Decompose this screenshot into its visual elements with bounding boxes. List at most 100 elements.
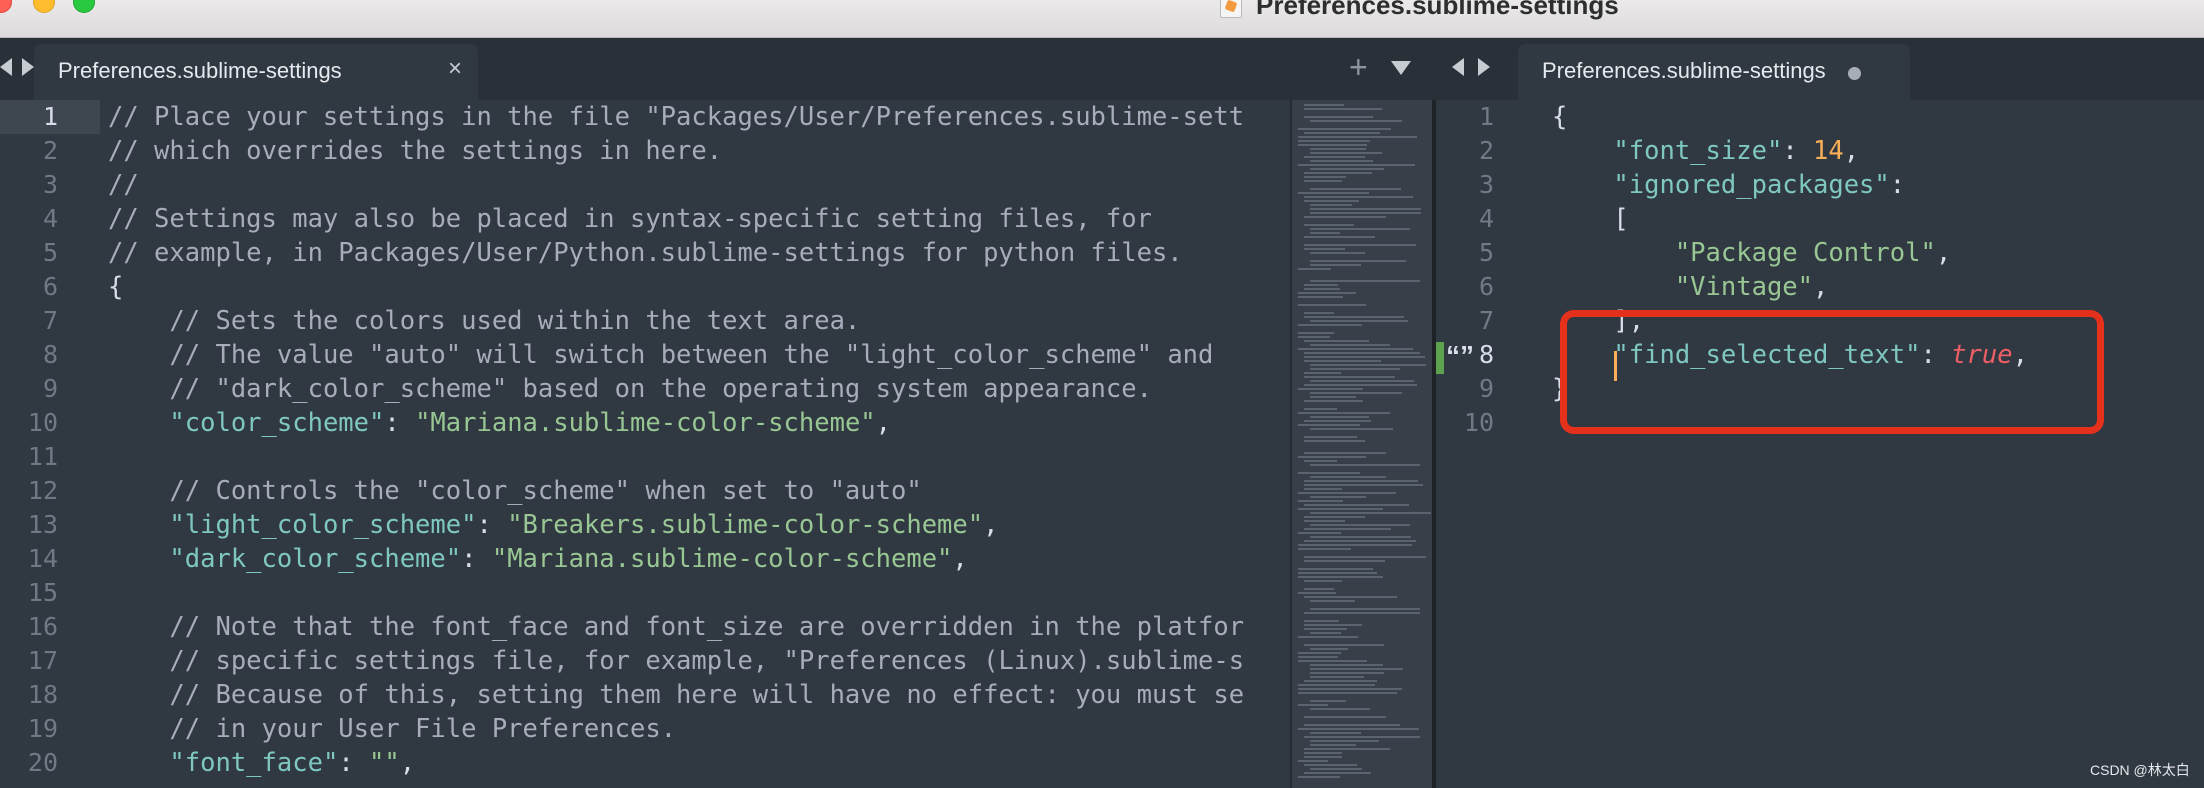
minimap-line [1304,628,1347,630]
minimap-line [1310,676,1364,678]
minimap-line [1298,568,1373,570]
code-line[interactable] [108,576,1244,610]
code-line[interactable]: // example, in Packages/User/Python.subl… [108,236,1244,270]
minimap-line [1310,524,1410,526]
next-tab-arrow-icon[interactable] [1478,58,1490,76]
code-line[interactable]: [ [1552,202,2028,236]
tab-menu-icon[interactable] [1391,61,1411,75]
minimap-line [1304,420,1371,422]
minimap-line [1298,332,1334,334]
line-number: 7 [42,306,58,335]
minimap-line [1304,716,1386,718]
minimap-line [1304,360,1381,362]
code-line[interactable]: // Place your settings in the file "Pack… [108,100,1244,134]
line-number: 13 [27,510,58,539]
minimap-line [1304,372,1341,374]
minimap-line [1310,668,1403,670]
minimap-line [1310,536,1411,538]
code-line[interactable]: "color_scheme": "Mariana.sublime-color-s… [108,406,1244,440]
previous-tab-arrow-icon[interactable] [1452,58,1464,76]
zoom-window-button[interactable] [73,0,95,13]
minimap-line [1310,744,1356,746]
annotation-highlight-box [1560,310,2104,434]
line-number: 2 [42,136,58,165]
line-number: 2 [1478,136,1494,165]
line-number: 5 [42,238,58,267]
minimap-line [1304,520,1345,522]
line-number: 1 [1478,102,1494,131]
minimap[interactable] [1290,100,1432,788]
code-line[interactable]: // Controls the "color_scheme" when set … [108,474,1244,508]
previous-tab-arrow-icon[interactable] [0,58,12,76]
minimize-window-button[interactable] [33,0,55,13]
plus-icon[interactable]: + [1349,51,1368,83]
minimap-line [1310,232,1340,234]
line-number: 10 [27,408,58,437]
minimap-line [1310,152,1382,154]
minimap-line [1310,228,1410,230]
minimap-line [1304,556,1426,558]
user-settings-editor[interactable]: 1 2 3 4 5 6 7 8 9 10 { "font_size": 14, "ignored_… [1436,100,2204,788]
code-line[interactable]: "light_color_scheme": "Breakers.sublime-… [108,508,1244,542]
minimap-line [1298,532,1341,534]
minimap-line [1304,248,1345,250]
code-line[interactable]: // "dark_color_scheme" based on the oper… [108,372,1244,406]
code-line[interactable]: // Note that the font_face and font_size… [108,610,1244,644]
code-line[interactable]: // specific settings file, for example, … [108,644,1244,678]
code-line[interactable]: "Package Control", [1552,236,2028,270]
close-tab-icon[interactable]: × [448,55,462,83]
line-number: 3 [1478,170,1494,199]
code-line[interactable] [108,440,1244,474]
code-line[interactable]: "ignored_packages": [1552,168,2028,202]
code-line[interactable]: "dark_color_scheme": "Mariana.sublime-co… [108,542,1244,576]
default-settings-editor[interactable]: 1 2 3 4 5 6 7 8 9 10 11 12 13 14 15 16 17 18 19 20 // Place… [0,100,1290,788]
minimap-line [1304,680,1377,682]
code-line[interactable]: "Vintage", [1552,270,2028,304]
close-window-button[interactable] [0,0,12,13]
minimap-line [1298,548,1351,550]
minimap-line [1304,116,1373,118]
code-line[interactable]: // Settings may also be placed in syntax… [108,202,1244,236]
window-titlebar: Preferences.sublime-settings [0,0,2204,38]
minimap-line [1310,260,1406,262]
minimap-line [1298,692,1397,694]
code-line[interactable]: // The value "auto" will switch between … [108,338,1244,372]
minimap-line [1304,244,1416,246]
code-line[interactable]: // in your User File Preferences. [108,712,1244,746]
code-line[interactable]: // Sets the colors used within the text … [108,304,1244,338]
code-area[interactable]: // Place your settings in the file "Pack… [108,100,1244,780]
minimap-line [1310,496,1366,498]
unsaved-dot-icon[interactable] [1848,67,1861,80]
code-line[interactable]: // Because of this, setting them here wi… [108,678,1244,712]
code-line[interactable]: // which overrides the settings in here. [108,134,1244,168]
line-number: 18 [27,680,58,709]
minimap-line [1310,608,1420,610]
minimap-line [1310,120,1402,122]
minimap-line [1298,544,1412,546]
tab-preferences-user[interactable]: Preferences.sublime-settings [1518,44,1910,100]
minimap-line [1298,296,1343,298]
line-number: 4 [1478,204,1494,233]
minimap-line [1298,388,1363,390]
minimap-line [1304,612,1420,614]
next-tab-arrow-icon[interactable] [22,58,34,76]
code-line[interactable]: "font_size": 14, [1552,134,2028,168]
minimap-line [1310,768,1362,770]
minimap-line [1310,320,1408,322]
tab-label: Preferences.sublime-settings [58,58,342,83]
minimap-line [1310,280,1420,282]
code-line[interactable]: "font_face": "", [108,746,1244,780]
minimap-line [1298,652,1341,654]
code-line[interactable]: // [108,168,1244,202]
minimap-line [1304,624,1362,626]
minimap-line [1298,164,1415,166]
minimap-line [1298,492,1396,494]
code-line[interactable]: { [1552,100,2028,134]
minimap-line [1304,764,1357,766]
tab-label: Preferences.sublime-settings [1542,58,1826,83]
line-number: 14 [27,544,58,573]
minimap-line [1310,600,1355,602]
tab-preferences-default[interactable]: Preferences.sublime-settings × [34,44,478,100]
minimap-line [1304,452,1386,454]
code-line[interactable]: { [108,270,1244,304]
